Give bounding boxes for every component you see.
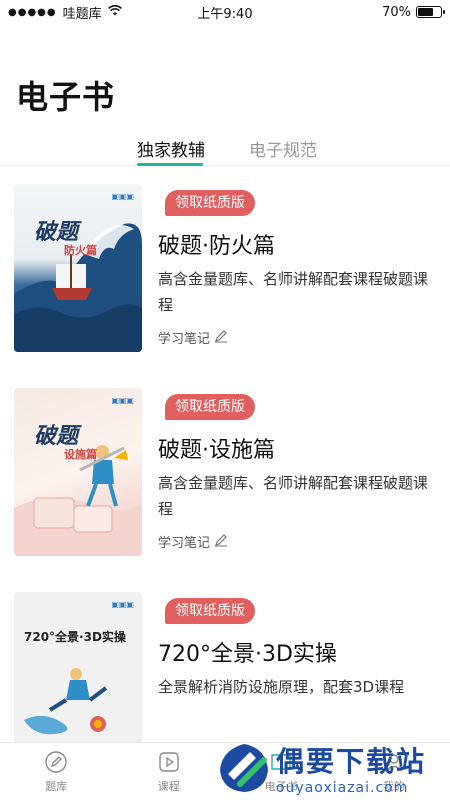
nav-courses[interactable]: 课程 — [113, 743, 226, 800]
book-description: 全景解析消防设施原理，配套3D课程 — [158, 678, 405, 696]
page-title: 电子书 — [16, 78, 116, 116]
status-bar: ●●●●● 哇题库 上午9:40 70% — [0, 0, 450, 24]
tab-exclusive-guides[interactable]: 独家教辅 — [137, 136, 205, 161]
wifi-icon — [107, 4, 122, 20]
nav-label: 课程 — [157, 780, 180, 793]
battery-icon — [416, 6, 445, 18]
get-paper-copy-badge[interactable]: 领取纸质版 — [165, 598, 255, 624]
watermark-text: 偶要下载站 ouyaoxiazai.com — [276, 740, 426, 796]
edit-pencil-icon — [214, 533, 228, 551]
get-paper-copy-badge[interactable]: 领取纸质版 — [165, 394, 255, 420]
book-cover[interactable]: ▣▣▣ 破题 防火篇 — [14, 184, 142, 352]
get-paper-copy-badge[interactable]: 领取纸质版 — [165, 190, 255, 216]
cover-subtitle: 设施篇 — [64, 448, 97, 461]
cover-brand-logo: ▣▣▣ — [111, 396, 134, 405]
battery-percent: 70% — [382, 4, 411, 20]
cover-title: 720°全景·3D实操 — [24, 630, 126, 644]
watermark-text-cn: 偶要下载站 — [276, 745, 427, 778]
3d-illustration — [24, 668, 108, 735]
active-tab-indicator — [137, 163, 203, 166]
wave-illustration — [14, 223, 142, 352]
status-left: ●●●●● 哇题库 — [8, 3, 122, 22]
study-notes-link[interactable]: 学习笔记 — [158, 328, 228, 347]
book-title[interactable]: 破题·防火篇 — [158, 228, 275, 260]
cover-subtitle: 防火篇 — [64, 244, 97, 257]
book-description: 高含金量题库、名师讲解配套课程破题课程 — [158, 270, 429, 314]
site-watermark: 偶要下载站 ouyaoxiazai.com — [214, 738, 450, 798]
pencil-icon — [43, 749, 69, 775]
watermark-logo-icon — [220, 744, 268, 792]
study-notes-label: 学习笔记 — [158, 332, 211, 347]
book-item[interactable]: ▣▣▣ 破题 防火篇 领取纸质版 破题·防火篇 高含金量题库、名师讲解配套课程破… — [0, 184, 450, 356]
cover-brand-logo: ▣▣▣ — [111, 192, 134, 201]
battery-level — [418, 8, 434, 16]
book-description: 高含金量题库、名师讲解配套课程破题课程 — [158, 474, 429, 518]
book-item[interactable]: ▣▣▣ 破题 设施篇 领取纸质版 破题·设施篇 高含金量题库、名师讲解配套课程破… — [0, 388, 450, 560]
study-notes-link[interactable]: 学习笔记 — [158, 532, 228, 551]
study-notes-label: 学习笔记 — [158, 536, 211, 551]
watermark-text-en: ouyaoxiazai.com — [276, 780, 409, 796]
carrier-name: 哇题库 — [62, 6, 102, 22]
status-right: 70% — [382, 4, 445, 20]
tab-electronic-standards[interactable]: 电子规范 — [249, 136, 317, 161]
tab-bar: 独家教辅 电子规范 — [0, 130, 450, 166]
nav-label: 题库 — [45, 780, 68, 793]
book-title[interactable]: 720°全景·3D实操 — [158, 636, 337, 668]
facility-illustration — [14, 445, 142, 556]
book-cover[interactable]: ▣▣▣ 720°全景·3D实操 — [14, 592, 142, 760]
nav-question-bank[interactable]: 题库 — [0, 743, 113, 800]
book-cover[interactable]: ▣▣▣ 破题 设施篇 — [14, 388, 142, 556]
cover-brand-logo: ▣▣▣ — [111, 600, 134, 609]
signal-icon: ●●●●● — [8, 6, 57, 18]
book-title[interactable]: 破题·设施篇 — [158, 432, 275, 464]
video-play-icon — [156, 749, 182, 775]
edit-pencil-icon — [214, 329, 228, 347]
